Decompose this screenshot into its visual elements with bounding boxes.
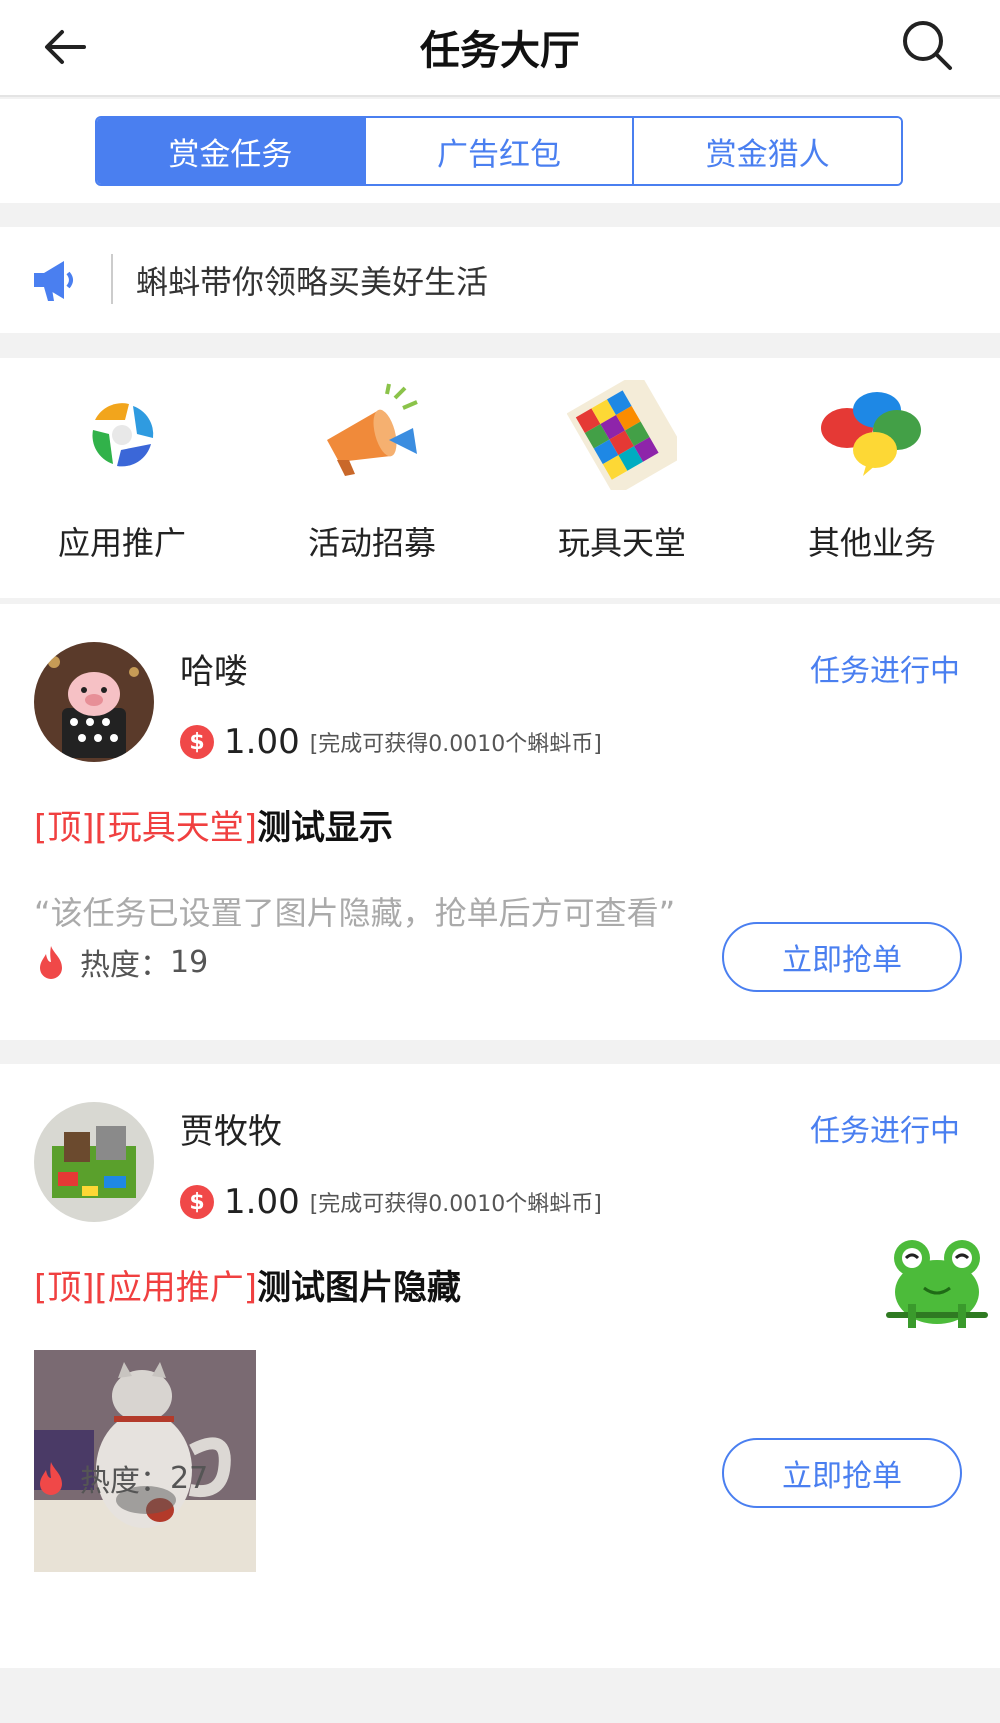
tab-bounty-hunter[interactable]: 赏金猎人 [632, 118, 901, 184]
heat-indicator: 热度： 19 [36, 940, 208, 984]
task-tag: [顶][应用推广] [34, 1268, 258, 1308]
reward-note: [完成可获得0.0010个蝌蚪币] [309, 732, 602, 757]
task-card[interactable]: 贾牧牧 任务进行中 $ 1.00 [完成可获得0.0010个蝌蚪币] [顶][应… [0, 1064, 1000, 1668]
tab-bounty-tasks[interactable]: 赏金任务 [97, 118, 364, 184]
reward-note: [完成可获得0.0010个蝌蚪币] [309, 1192, 602, 1217]
reward-row: $ 1.00 [完成可获得0.0010个蝌蚪币] [180, 722, 602, 762]
task-title[interactable]: [顶][玩具天堂]测试显示 [34, 800, 393, 849]
category-grid: 应用推广 活动招募 玩具天堂 其他业务 [0, 358, 1000, 598]
people-cycle-icon [86, 399, 158, 471]
search-icon[interactable] [900, 18, 954, 72]
task-tag: [顶][玩具天堂] [34, 808, 258, 848]
puzzle-icon [566, 371, 688, 497]
task-status: 任务进行中 [810, 1114, 960, 1149]
coin-icon: $ [180, 1185, 214, 1219]
category-label: 应用推广 [57, 524, 186, 562]
category-other-business[interactable]: 其他业务 [782, 380, 962, 564]
category-event-recruit[interactable]: 活动招募 [282, 380, 462, 564]
category-label: 活动招募 [307, 524, 436, 562]
avatar-lego-image [34, 1102, 154, 1222]
avatar[interactable] [34, 642, 154, 762]
image-hidden-note: “该任务已设置了图片隐藏，抢单后方可查看” [34, 894, 676, 932]
tab-bar-container: 赏金任务 广告红包 赏金猎人 [0, 99, 1000, 203]
reward-row: $ 1.00 [完成可获得0.0010个蝌蚪币] [180, 1182, 602, 1222]
username: 哈喽 [180, 652, 248, 692]
reward-price: 1.00 [224, 1182, 300, 1222]
page-title: 任务大厅 [420, 28, 580, 74]
category-toy-paradise[interactable]: 玩具天堂 [532, 371, 712, 564]
flame-icon [40, 946, 62, 979]
frog-sticker-icon[interactable] [882, 1232, 992, 1332]
grab-order-button[interactable]: 立即抢单 [722, 922, 962, 992]
avatar-pig-image [34, 642, 154, 762]
tab-ad-red-packet[interactable]: 广告红包 [363, 118, 633, 184]
heat-label: 热度： [80, 1464, 170, 1499]
coin-icon: $ [180, 725, 214, 759]
task-card[interactable]: 哈喽 任务进行中 $ 1.00 [完成可获得0.0010个蝌蚪币] [顶][玩具… [0, 604, 1000, 1040]
top-bar: 任务大厅 [0, 0, 1000, 97]
category-label: 其他业务 [807, 524, 936, 562]
chat-bubbles-icon [821, 392, 921, 476]
heat-label: 热度： [80, 948, 170, 983]
task-title-text: 测试图片隐藏 [257, 1268, 462, 1308]
heat-value: 27 [170, 1460, 209, 1496]
username: 贾牧牧 [180, 1112, 282, 1152]
tab-bar: 赏金任务 广告红包 赏金猎人 [95, 116, 903, 186]
task-status: 任务进行中 [810, 654, 960, 689]
category-app-promotion[interactable]: 应用推广 [32, 380, 212, 564]
megaphone-icon [327, 383, 418, 476]
reward-price: 1.00 [224, 722, 300, 762]
megaphone-icon [34, 261, 73, 301]
heat-indicator: 热度： 27 [36, 1456, 208, 1500]
heat-value: 19 [170, 944, 209, 980]
flame-icon [40, 1462, 62, 1495]
grab-order-button[interactable]: 立即抢单 [722, 1438, 962, 1508]
divider [111, 254, 113, 304]
task-title-text: 测试显示 [257, 808, 394, 848]
task-title[interactable]: [顶][应用推广]测试图片隐藏 [34, 1260, 461, 1309]
category-label: 玩具天堂 [557, 524, 686, 562]
avatar[interactable] [34, 1102, 154, 1222]
notice-text: 蝌蚪带你领略买美好生活 [136, 263, 489, 301]
notice-bar[interactable]: 蝌蚪带你领略买美好生活 [0, 227, 1000, 333]
